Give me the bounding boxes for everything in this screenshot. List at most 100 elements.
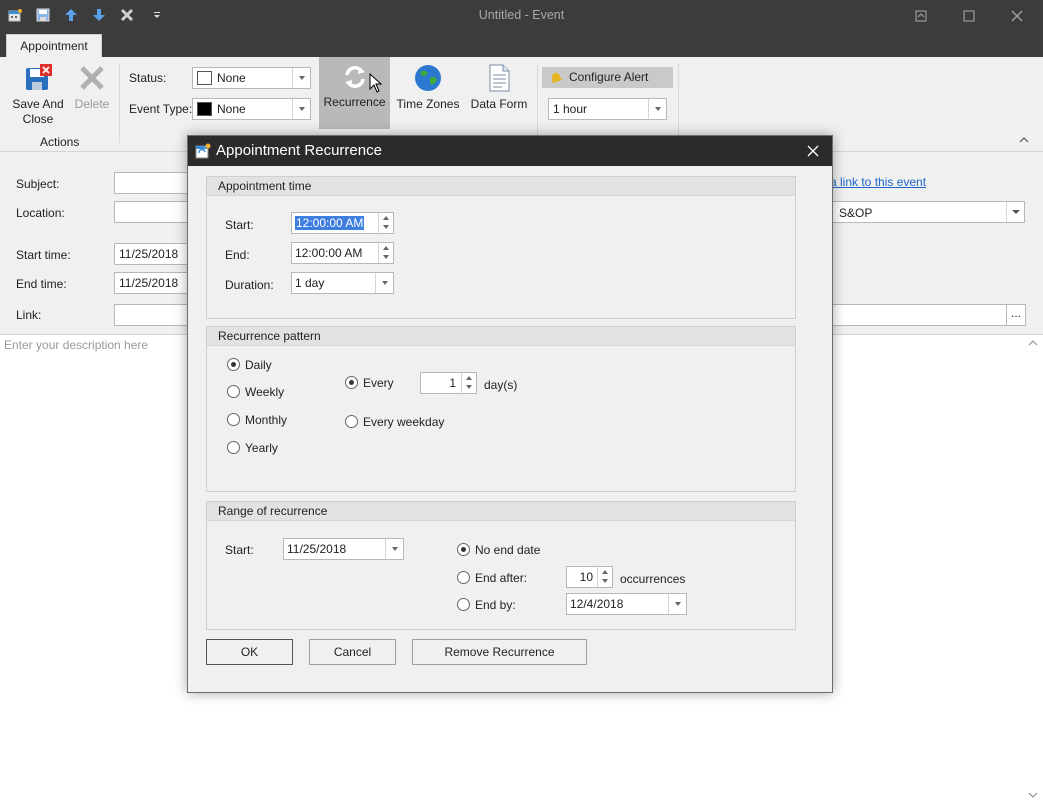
occurrences-spinner[interactable]: 10	[566, 566, 613, 588]
link-label: Link:	[16, 308, 42, 322]
delete-button[interactable]: Delete	[72, 63, 112, 112]
ribbon-tab-strip: Appointment	[0, 31, 1043, 57]
no-end-date-label: No end date	[475, 543, 541, 557]
link-to-event[interactable]: a link to this event	[830, 175, 926, 189]
subject-label: Subject:	[16, 177, 60, 191]
status-select[interactable]: None	[192, 67, 311, 89]
radio-no-end-date[interactable]: No end date	[457, 543, 540, 557]
location-label: Location:	[16, 206, 65, 220]
radio-every-weekday[interactable]: Every weekday	[345, 415, 444, 429]
range-start-label: Start:	[225, 543, 254, 557]
tab-appointment[interactable]: Appointment	[6, 34, 102, 57]
radio-daily-label: Daily	[245, 358, 272, 372]
link-input[interactable]	[114, 304, 194, 326]
scroll-down-icon[interactable]	[1028, 791, 1038, 799]
recurrence-pattern-heading: Recurrence pattern	[207, 327, 795, 346]
alert-time-select[interactable]: 1 hour	[548, 98, 667, 120]
delete-x-icon	[80, 66, 104, 90]
recurrence-dialog-icon	[195, 143, 211, 159]
chevron-down-icon[interactable]	[292, 68, 310, 88]
days-unit-label: day(s)	[484, 378, 518, 392]
range-start-date-select[interactable]: 11/25/2018	[283, 538, 404, 560]
radio-daily[interactable]: Daily	[227, 358, 272, 372]
start-time-spinner[interactable]: 12:00:00 AM	[291, 212, 394, 234]
end-date-input[interactable]: 11/25/2018	[114, 272, 194, 294]
restore-ribbon-icon[interactable]	[910, 6, 932, 26]
radio-weekly[interactable]: Weekly	[227, 385, 284, 399]
remove-recurrence-button[interactable]: Remove Recurrence	[412, 639, 587, 665]
radio-every-n-days[interactable]: Every	[345, 376, 394, 390]
time-zones-button[interactable]: Time Zones	[395, 63, 461, 112]
save-close-icon	[26, 64, 52, 90]
window-title: Untitled - Event	[478, 8, 565, 22]
event-type-label: Event Type:	[129, 102, 193, 116]
radio-monthly[interactable]: Monthly	[227, 413, 287, 427]
vertical-scrollbar[interactable]	[1025, 335, 1041, 803]
group-divider	[537, 63, 538, 143]
duration-value: 1 day	[295, 276, 325, 290]
location-input[interactable]	[114, 201, 194, 223]
spinner-arrows[interactable]	[378, 213, 393, 233]
chevron-down-icon[interactable]	[292, 99, 310, 119]
status-value: None	[217, 71, 246, 85]
maximize-icon[interactable]	[958, 6, 980, 26]
start-date-input[interactable]: 11/25/2018	[114, 243, 194, 265]
configure-alert-button[interactable]: Configure Alert	[542, 67, 673, 88]
spinner-arrows[interactable]	[378, 243, 393, 263]
data-form-button[interactable]: Data Form	[468, 63, 530, 112]
globe-icon	[415, 65, 441, 91]
spinner-arrows[interactable]	[461, 373, 476, 393]
end-time-spinner[interactable]: 12:00:00 AM	[291, 242, 394, 264]
resource-select[interactable]: S&OP	[830, 201, 1025, 223]
data-form-label: Data Form	[470, 97, 528, 111]
appointment-time-heading: Appointment time	[207, 177, 795, 196]
recurrence-button[interactable]: Recurrence	[319, 57, 390, 129]
radio-every-weekday-label: Every weekday	[363, 415, 445, 429]
description-placeholder: Enter your description here	[4, 338, 149, 352]
radio-monthly-label: Monthly	[245, 413, 288, 427]
scroll-up-icon[interactable]	[1028, 339, 1038, 347]
save-and-close-label-1: Save And	[12, 97, 64, 111]
start-label: Start:	[225, 218, 254, 232]
end-label: End:	[225, 248, 250, 262]
configure-alert-label: Configure Alert	[569, 70, 649, 84]
chevron-down-icon[interactable]	[648, 99, 666, 119]
duration-select[interactable]: 1 day	[291, 272, 394, 294]
browse-link-button[interactable]: ...	[1006, 304, 1026, 326]
subject-input[interactable]	[114, 172, 194, 194]
end-time-label: End time:	[16, 277, 67, 291]
radio-every-label: Every	[363, 376, 394, 390]
event-type-value: None	[217, 102, 246, 116]
cancel-button[interactable]: Cancel	[309, 639, 396, 665]
chevron-down-icon[interactable]	[385, 539, 403, 559]
radio-end-after[interactable]: End after:	[457, 571, 527, 585]
end-after-label: End after:	[475, 571, 528, 585]
link-input-right[interactable]	[830, 304, 1010, 326]
end-by-date-select[interactable]: 12/4/2018	[566, 593, 687, 615]
every-days-spinner[interactable]: 1	[420, 372, 477, 394]
radio-weekly-label: Weekly	[245, 385, 285, 399]
radio-yearly-label: Yearly	[245, 441, 278, 455]
save-and-close-label-2: Close	[22, 112, 54, 126]
chevron-down-icon[interactable]	[668, 594, 686, 614]
radio-end-by[interactable]: End by:	[457, 598, 516, 612]
every-days-value: 1	[449, 376, 456, 390]
ok-button[interactable]: OK	[206, 639, 293, 665]
spinner-arrows[interactable]	[597, 567, 612, 587]
event-type-select[interactable]: None	[192, 98, 311, 120]
duration-label: Duration:	[225, 278, 274, 292]
dialog-title-bar: Appointment Recurrence	[188, 136, 832, 166]
mouse-cursor-icon	[369, 73, 383, 93]
radio-yearly[interactable]: Yearly	[227, 441, 278, 455]
bell-icon	[552, 72, 563, 84]
time-zones-label: Time Zones	[396, 97, 460, 111]
chevron-down-icon[interactable]	[375, 273, 393, 293]
appointment-recurrence-dialog: Appointment Recurrence Appointment time …	[187, 135, 833, 693]
chevron-down-icon[interactable]	[1006, 202, 1024, 222]
close-icon[interactable]	[802, 141, 824, 161]
close-icon[interactable]	[1006, 6, 1028, 26]
actions-group-label: Actions	[40, 135, 80, 149]
collapse-ribbon-icon[interactable]	[1018, 135, 1030, 145]
save-and-close-button[interactable]: Save And Close	[8, 63, 68, 127]
delete-label: Delete	[74, 97, 110, 111]
